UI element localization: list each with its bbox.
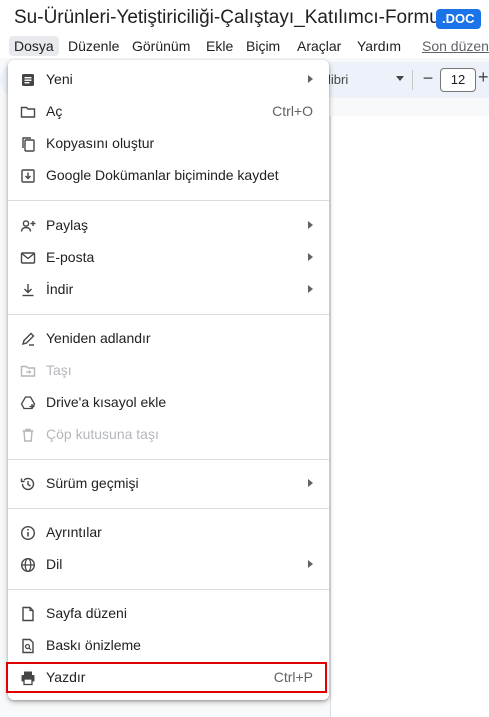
menu-item-label: Sayfa düzeni <box>46 605 127 621</box>
download-icon <box>20 282 36 298</box>
menu-item-add-shortcut[interactable]: Drive'a kısayol ekle <box>8 387 329 419</box>
submenu-arrow-icon <box>308 560 313 568</box>
menu-item-label: Aç <box>46 103 63 119</box>
menu-tools[interactable]: Araçlar <box>292 36 346 56</box>
menu-divider <box>8 200 329 201</box>
menu-item-move[interactable]: Taşı <box>8 355 329 387</box>
menu-item-download[interactable]: İndir <box>8 274 329 306</box>
menu-divider <box>8 589 329 590</box>
menu-file[interactable]: Dosya <box>9 36 59 56</box>
menu-item-label: Taşı <box>46 362 72 378</box>
mail-icon <box>20 250 36 266</box>
menu-bar: Dosya Düzenle Görünüm Ekle Biçim Araçlar… <box>0 34 489 58</box>
last-edit-link[interactable]: Son düzen <box>417 36 489 56</box>
submenu-arrow-icon <box>308 75 313 83</box>
menu-item-email[interactable]: E-posta <box>8 242 329 274</box>
title-bar: Su-Ürünleri-Yetiştiriciliği-Çalıştayı_Ka… <box>0 0 489 34</box>
document-page[interactable] <box>330 116 489 717</box>
menu-item-label: İndir <box>46 281 74 297</box>
decrease-font-size-button[interactable]: − <box>420 68 436 89</box>
file-type-badge: .DOC <box>436 9 481 29</box>
menu-divider <box>8 459 329 460</box>
menu-item-label: Çöp kutusuna taşı <box>46 426 159 442</box>
menu-item-language[interactable]: Dil <box>8 549 329 581</box>
document-icon <box>20 72 36 88</box>
increase-font-size-button[interactable]: + <box>478 67 489 88</box>
file-menu: Yeni Aç Ctrl+O Kopyasını oluştur Google … <box>8 60 329 700</box>
move-icon <box>20 363 36 379</box>
menu-item-label: Dil <box>46 556 63 572</box>
menu-item-label: Drive'a kısayol ekle <box>46 394 167 410</box>
menu-item-save-as-docs[interactable]: Google Dokümanlar biçiminde kaydet <box>8 160 329 192</box>
font-select[interactable]: libri <box>328 72 348 87</box>
font-dropdown-icon[interactable] <box>396 76 404 81</box>
menu-edit[interactable]: Düzenle <box>63 36 124 56</box>
toolbar-divider <box>412 70 413 90</box>
submenu-arrow-icon <box>308 285 313 293</box>
menu-item-new[interactable]: Yeni <box>8 64 329 96</box>
menu-item-label: Baskı önizleme <box>46 637 141 653</box>
menu-item-label: Ayrıntılar <box>46 524 102 540</box>
menu-format[interactable]: Biçim <box>241 36 285 56</box>
menu-item-open[interactable]: Aç Ctrl+O <box>8 96 329 128</box>
menu-item-label: Yeniden adlandır <box>46 330 151 346</box>
menu-item-print-preview[interactable]: Baskı önizleme <box>8 630 329 662</box>
font-size-input[interactable]: 12 <box>440 68 476 92</box>
menu-item-label: Google Dokümanlar biçiminde kaydet <box>46 167 279 183</box>
page-setup-icon <box>20 606 36 622</box>
menu-item-make-copy[interactable]: Kopyasını oluştur <box>8 128 329 160</box>
history-icon <box>20 476 36 492</box>
menu-item-share[interactable]: Paylaş <box>8 210 329 242</box>
menu-item-label: E-posta <box>46 249 95 265</box>
menu-help[interactable]: Yardım <box>352 36 406 56</box>
trash-icon <box>20 427 36 443</box>
share-person-icon <box>20 218 36 234</box>
document-title[interactable]: Su-Ürünleri-Yetiştiriciliği-Çalıştayı_Ka… <box>14 7 440 29</box>
menu-item-label: Sürüm geçmişi <box>46 475 139 491</box>
menu-item-label: Kopyasını oluştur <box>46 135 155 151</box>
submenu-arrow-icon <box>308 253 313 261</box>
menu-divider <box>8 508 329 509</box>
info-icon <box>20 525 36 541</box>
menu-item-move-to-trash[interactable]: Çöp kutusuna taşı <box>8 419 329 451</box>
submenu-arrow-icon <box>308 221 313 229</box>
folder-icon <box>20 104 36 120</box>
print-preview-icon <box>20 638 36 654</box>
shortcut-label: Ctrl+O <box>272 103 313 119</box>
save-icon <box>20 168 36 184</box>
menu-view[interactable]: Görünüm <box>127 36 195 56</box>
submenu-arrow-icon <box>308 479 313 487</box>
menu-item-rename[interactable]: Yeniden adlandır <box>8 323 329 355</box>
menu-item-version-history[interactable]: Sürüm geçmişi <box>8 468 329 500</box>
menu-divider <box>8 314 329 315</box>
print-highlight-box <box>6 662 327 693</box>
menu-item-details[interactable]: Ayrıntılar <box>8 517 329 549</box>
globe-icon <box>20 557 36 573</box>
menu-item-page-setup[interactable]: Sayfa düzeni <box>8 598 329 630</box>
menu-insert[interactable]: Ekle <box>201 36 238 56</box>
drive-shortcut-icon <box>20 395 36 411</box>
rename-icon <box>20 331 36 347</box>
menu-item-label: Yeni <box>46 71 73 87</box>
menu-item-label: Paylaş <box>46 217 89 233</box>
copy-icon <box>20 136 36 152</box>
